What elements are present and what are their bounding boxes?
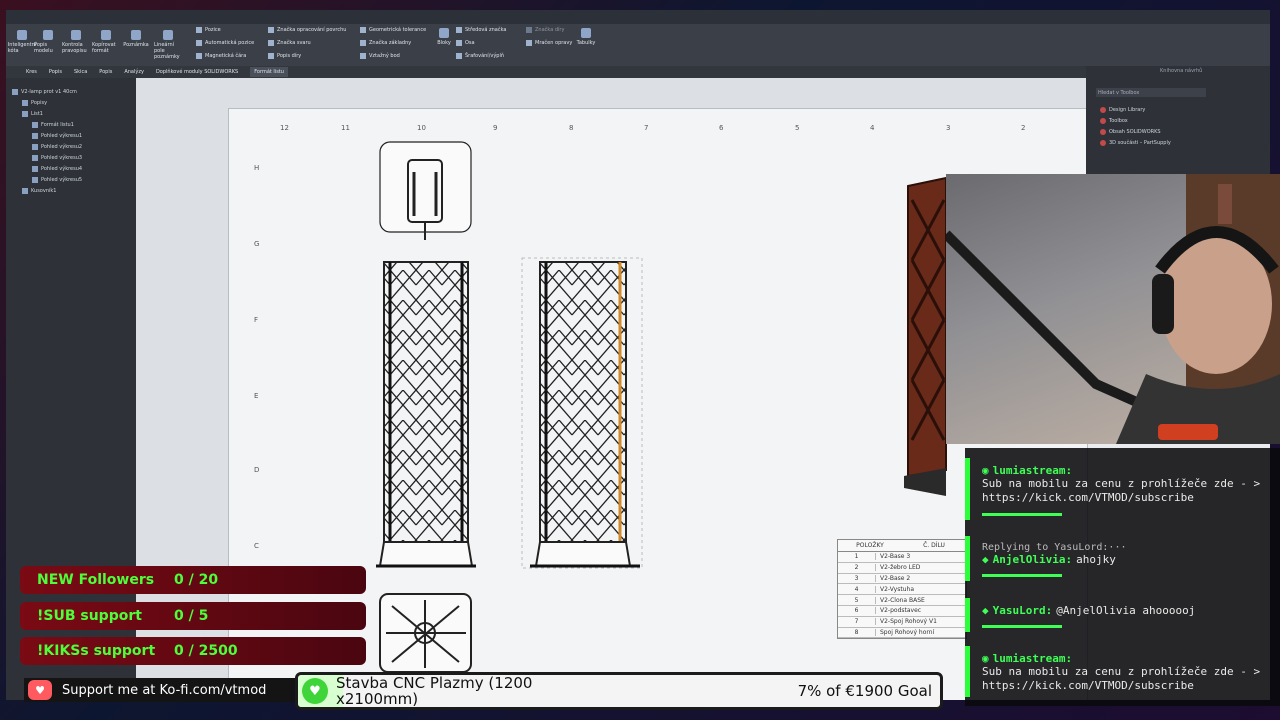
chat-text: ahojky: [1076, 553, 1116, 566]
side-view[interactable]: [521, 257, 643, 569]
bottom-view[interactable]: [379, 593, 472, 673]
donation-goal-bar: ♥ Stavba CNC Plazmy (1200 x2100mm) 7% of…: [295, 672, 943, 710]
kofi-heart-icon: ♥: [302, 678, 328, 704]
goal-value: 0 / 2500: [174, 643, 238, 659]
chat-username: lumiastream:: [992, 652, 1073, 665]
bom-row[interactable]: 1 V2-Base 3: [838, 552, 966, 563]
donation-title: Stavba CNC Plazmy (1200 x2100mm): [336, 674, 533, 708]
chat-reply-indicator: Replying to YasuLord:···: [982, 542, 1127, 553]
bom-row[interactable]: 8 Spoj Rohový horní: [838, 628, 966, 639]
goal-kicks: !KIKSs support 0 / 2500: [20, 637, 366, 665]
badge-icon: ◆: [982, 604, 989, 617]
isometric-view[interactable]: [904, 176, 947, 496]
bom-header-part: Č. DÍLU: [923, 542, 945, 549]
chat-text: Sub na mobilu za cenu z prohlížeče zde -…: [982, 665, 1261, 692]
stream-chat: ◉ lumiastream: Sub na mobilu za cenu z pr…: [965, 448, 1280, 706]
moderator-icon: ◉: [982, 652, 989, 665]
chat-message: ◉ lumiastream: Sub na mobilu za cenu z pr…: [965, 646, 1280, 697]
webcam-overlay: [946, 174, 1280, 444]
goal-followers: NEW Followers 0 / 20: [20, 566, 366, 594]
chat-message: ◆ YasuLord: @AnjelOlivia ahoooooj: [965, 598, 1280, 632]
chat-username: YasuLord:: [992, 604, 1053, 617]
goal-value: 0 / 20: [174, 572, 219, 588]
goal-label: !KIKSs support: [37, 643, 156, 659]
bom-row[interactable]: 2 V2-žebro LED: [838, 563, 966, 574]
chat-message: ◉ lumiastream: Sub na mobilu za cenu z pr…: [965, 458, 1280, 520]
chat-text: Sub na mobilu za cenu z prohlížeče zde -…: [982, 477, 1261, 504]
chat-username: lumiastream:: [992, 464, 1073, 477]
goal-subs: !SUB support 0 / 5: [20, 602, 366, 630]
streamer-silhouette: [946, 174, 1280, 444]
bom-row[interactable]: 7 V2-Spoj Rohový V1: [838, 617, 966, 628]
kofi-cup-icon: ♥: [28, 680, 52, 700]
goal-label: NEW Followers: [37, 572, 155, 588]
chat-text: @AnjelOlivia ahoooooj: [1056, 604, 1196, 617]
goal-value: 0 / 5: [174, 608, 209, 624]
bom-row[interactable]: 4 V2-Vystuha: [838, 584, 966, 596]
moderator-icon: ◉: [982, 464, 989, 477]
chat-message: Replying to YasuLord:··· ◆ AnjelOlivia: ah…: [965, 536, 1280, 581]
bill-of-materials-table[interactable]: POLOŽKY Č. DÍLU 1 V2-Base 3 2 V2-žebro LED…: [837, 539, 967, 640]
badge-icon: ◆: [982, 553, 989, 566]
donation-progress-text: 7% of €1900 Goal: [797, 682, 932, 700]
bom-row[interactable]: 3 V2-Base 2: [838, 574, 966, 585]
goal-label: !SUB support: [37, 608, 142, 624]
kofi-text: Support me at Ko-fi.com/vtmod: [62, 682, 267, 698]
bom-header-item: POLOŽKY: [856, 542, 884, 549]
chat-username: AnjelOlivia:: [992, 553, 1073, 566]
bom-row[interactable]: 6 V2-podstavec: [838, 606, 966, 617]
front-view[interactable]: [376, 261, 476, 568]
bom-row[interactable]: 5 V2-Clona BASE: [838, 595, 966, 606]
top-view[interactable]: [379, 141, 472, 240]
